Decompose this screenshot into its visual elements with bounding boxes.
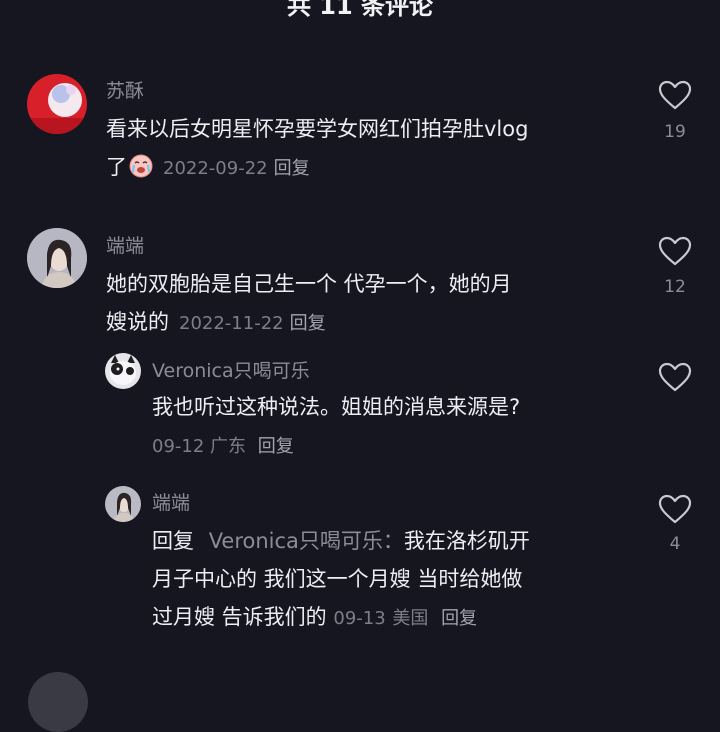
reply-button[interactable]: 回复 (290, 313, 326, 334)
heart-outline-icon (658, 236, 692, 266)
comment-text: 看来以后女明星怀孕要学女网红们拍孕肚vlog 了 2022-09-22 回复 (106, 110, 646, 188)
comment-date: 2022-09-22 (163, 158, 268, 179)
reply-button[interactable]: 回复 (274, 158, 310, 179)
heart-outline-icon (658, 494, 692, 524)
avatar[interactable] (27, 74, 87, 134)
avatar[interactable] (105, 353, 141, 389)
like-button[interactable] (655, 494, 695, 524)
reply-username[interactable]: Veronica只喝可乐 (152, 356, 310, 383)
comment-username[interactable]: 苏酥 (106, 76, 144, 103)
comment-text-line2: 嫂说的 (106, 310, 169, 334)
avatar[interactable] (28, 672, 88, 732)
reply-date: 09-13 (333, 608, 386, 629)
comment-text-line1: 她的双胞胎是自己生一个 代孕一个，她的月 (106, 272, 512, 296)
like-count: 19 (664, 122, 686, 142)
reply-text-line3: 过月嫂 告诉我们的 (152, 605, 327, 629)
like-button[interactable] (655, 362, 695, 392)
reply-text: 我也听过这种说法。姐姐的消息来源是? (152, 395, 521, 419)
reply-button[interactable]: 回复 (441, 608, 477, 629)
heart-outline-icon (658, 362, 692, 392)
comment-username[interactable]: 端端 (106, 231, 144, 258)
comment-date: 2022-11-22 (179, 313, 284, 334)
like-button[interactable] (655, 236, 695, 266)
avatar[interactable] (27, 228, 87, 288)
reply-target-username[interactable]: Veronica只喝可乐： (209, 529, 404, 553)
comment-text-line2: 了 (106, 155, 127, 179)
reply-username[interactable]: 端端 (152, 488, 190, 515)
like-count: 4 (669, 534, 681, 554)
reply-button[interactable]: 回复 (258, 436, 294, 457)
like-button[interactable] (655, 80, 695, 110)
reply-prefix: 回复 (152, 529, 194, 553)
crying-face-emoji (129, 152, 153, 178)
reply-text-line2: 月子中心的 我们这一个月嫂 当时给她做 (152, 567, 523, 591)
comment-text-line1: 看来以后女明星怀孕要学女网红们拍孕肚vlog (106, 117, 529, 141)
comments-count-title: 共 11 条评论 (286, 0, 434, 20)
reply-text: 回复 Veronica只喝可乐：我在洛杉矶开 月子中心的 我们这一个月嫂 当时给… (152, 522, 632, 638)
reply-location: 广东 (210, 436, 247, 457)
comment-text: 她的双胞胎是自己生一个 代孕一个，她的月 嫂说的 2022-11-22 回复 (106, 265, 646, 343)
like-count: 12 (664, 277, 686, 297)
reply-meta: 09-12 广东 回复 (152, 432, 294, 458)
reply-location: 美国 (392, 608, 429, 629)
reply-date: 09-12 (152, 436, 205, 457)
heart-outline-icon (658, 80, 692, 110)
reply-text-line1: 我在洛杉矶开 (403, 529, 530, 553)
avatar[interactable] (105, 486, 141, 522)
